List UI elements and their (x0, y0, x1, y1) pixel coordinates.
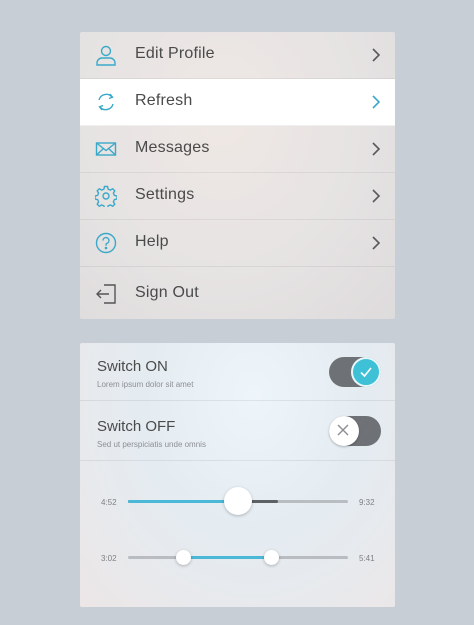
check-icon (360, 367, 372, 378)
refresh-icon (95, 91, 117, 113)
range-slider-max-label: 5:41 (359, 554, 375, 563)
chevron-right-icon (371, 141, 381, 157)
toggle-knob[interactable] (351, 357, 381, 387)
toggle-switch-on[interactable] (329, 357, 381, 387)
help-icon (95, 232, 117, 254)
menu-card: Edit Profile Refresh Messages Settings H… (80, 32, 395, 319)
menu-item-label: Sign Out (135, 284, 199, 301)
switch-row-off: Switch OFF Sed ut perspiciatis unde omni… (80, 401, 395, 461)
toggle-knob[interactable] (329, 416, 359, 446)
menu-item-sign-out[interactable]: Sign Out (80, 268, 395, 319)
mail-icon (95, 138, 117, 160)
chevron-right-icon (371, 94, 381, 110)
menu-item-label: Messages (135, 139, 210, 156)
menu-item-settings[interactable]: Settings (80, 173, 395, 220)
menu-item-help[interactable]: Help (80, 220, 395, 267)
user-icon (95, 44, 117, 66)
range-slider-fill (183, 556, 271, 559)
menu-item-messages[interactable]: Messages (80, 126, 395, 173)
slider-min-label: 4:52 (101, 498, 117, 507)
switch-title: Switch OFF (97, 418, 176, 435)
gear-icon (95, 185, 117, 207)
switch-row-on: Switch ON Lorem ipsum dolor sit amet (80, 343, 395, 401)
range-slider-end-thumb[interactable] (263, 550, 279, 565)
menu-item-label: Edit Profile (135, 45, 215, 62)
switch-title: Switch ON (97, 358, 168, 375)
slider-progress-fill (128, 500, 238, 503)
chevron-right-icon (371, 235, 381, 251)
range-slider-start-thumb[interactable] (175, 550, 191, 565)
settings-card: Switch ON Lorem ipsum dolor sit amet Swi… (80, 343, 395, 607)
menu-item-label: Refresh (135, 92, 193, 109)
chevron-right-icon (371, 47, 381, 63)
switch-subtitle: Sed ut perspiciatis unde omnis (97, 440, 206, 449)
switch-subtitle: Lorem ipsum dolor sit amet (97, 380, 194, 389)
menu-item-label: Settings (135, 186, 195, 203)
slider-max-label: 9:32 (359, 498, 375, 507)
menu-item-edit-profile[interactable]: Edit Profile (80, 32, 395, 79)
menu-item-refresh[interactable]: Refresh (80, 79, 395, 126)
close-icon (337, 424, 349, 436)
menu-item-label: Help (135, 233, 169, 250)
toggle-switch-off[interactable] (329, 416, 381, 446)
slider-thumb[interactable] (224, 487, 252, 515)
chevron-right-icon (371, 188, 381, 204)
sign-out-icon (95, 283, 117, 305)
range-slider-min-label: 3:02 (101, 554, 117, 563)
